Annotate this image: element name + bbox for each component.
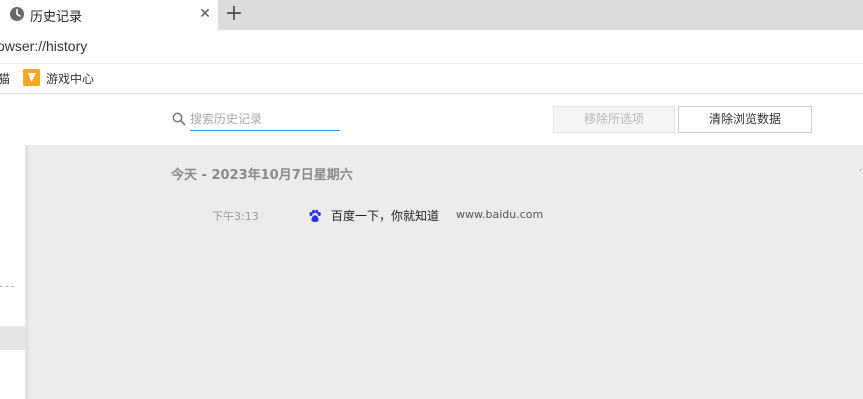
game-center-icon (23, 69, 40, 86)
new-tab-button[interactable]: + (222, 3, 246, 27)
sidebar-divider (0, 286, 14, 287)
tab-title: 历史记录 (30, 10, 83, 25)
close-tab-button[interactable]: ✕ (196, 5, 214, 23)
entry-title[interactable]: 百度一下，你就知道 (331, 207, 439, 224)
address-bar[interactable]: owser://history (0, 30, 863, 64)
remove-selected-button[interactable]: 移除所选项 (553, 106, 675, 133)
history-entry[interactable]: 下午3:13 百度一下，你就知道 www.baidu.com (26, 203, 863, 229)
date-heading: 今天 - 2023年10月7日星期六 (171, 168, 353, 183)
entry-time: 下午3:13 (212, 210, 259, 223)
tab-history[interactable]: 历史记录 ✕ (0, 0, 218, 30)
clear-browsing-data-button[interactable]: 清除浏览数据 (678, 106, 812, 133)
bookmarks-bar: 猫 游戏中心 (0, 64, 863, 94)
history-sidebar (0, 145, 26, 399)
scroll-edge-mark: ˙ (858, 169, 863, 180)
url-text[interactable]: owser://history (0, 38, 87, 54)
tab-strip: 历史记录 ✕ + (0, 0, 863, 30)
history-toolbar: 移除所选项 清除浏览数据 (0, 94, 863, 145)
history-list: 今天 - 2023年10月7日星期六 ˙ 下午3:13 百度一下，你就知道 ww… (26, 145, 863, 399)
search-icon (172, 111, 186, 126)
bookmark-label: 游戏中心 (46, 72, 95, 86)
clock-icon (9, 6, 25, 22)
content-divider (26, 145, 29, 399)
sidebar-item-selected[interactable] (0, 326, 25, 350)
entry-domain: www.baidu.com (456, 208, 544, 221)
baidu-paw-icon (308, 208, 322, 222)
bookmark-item-partial[interactable]: 猫 (0, 70, 10, 87)
search-history-input[interactable] (190, 108, 340, 131)
